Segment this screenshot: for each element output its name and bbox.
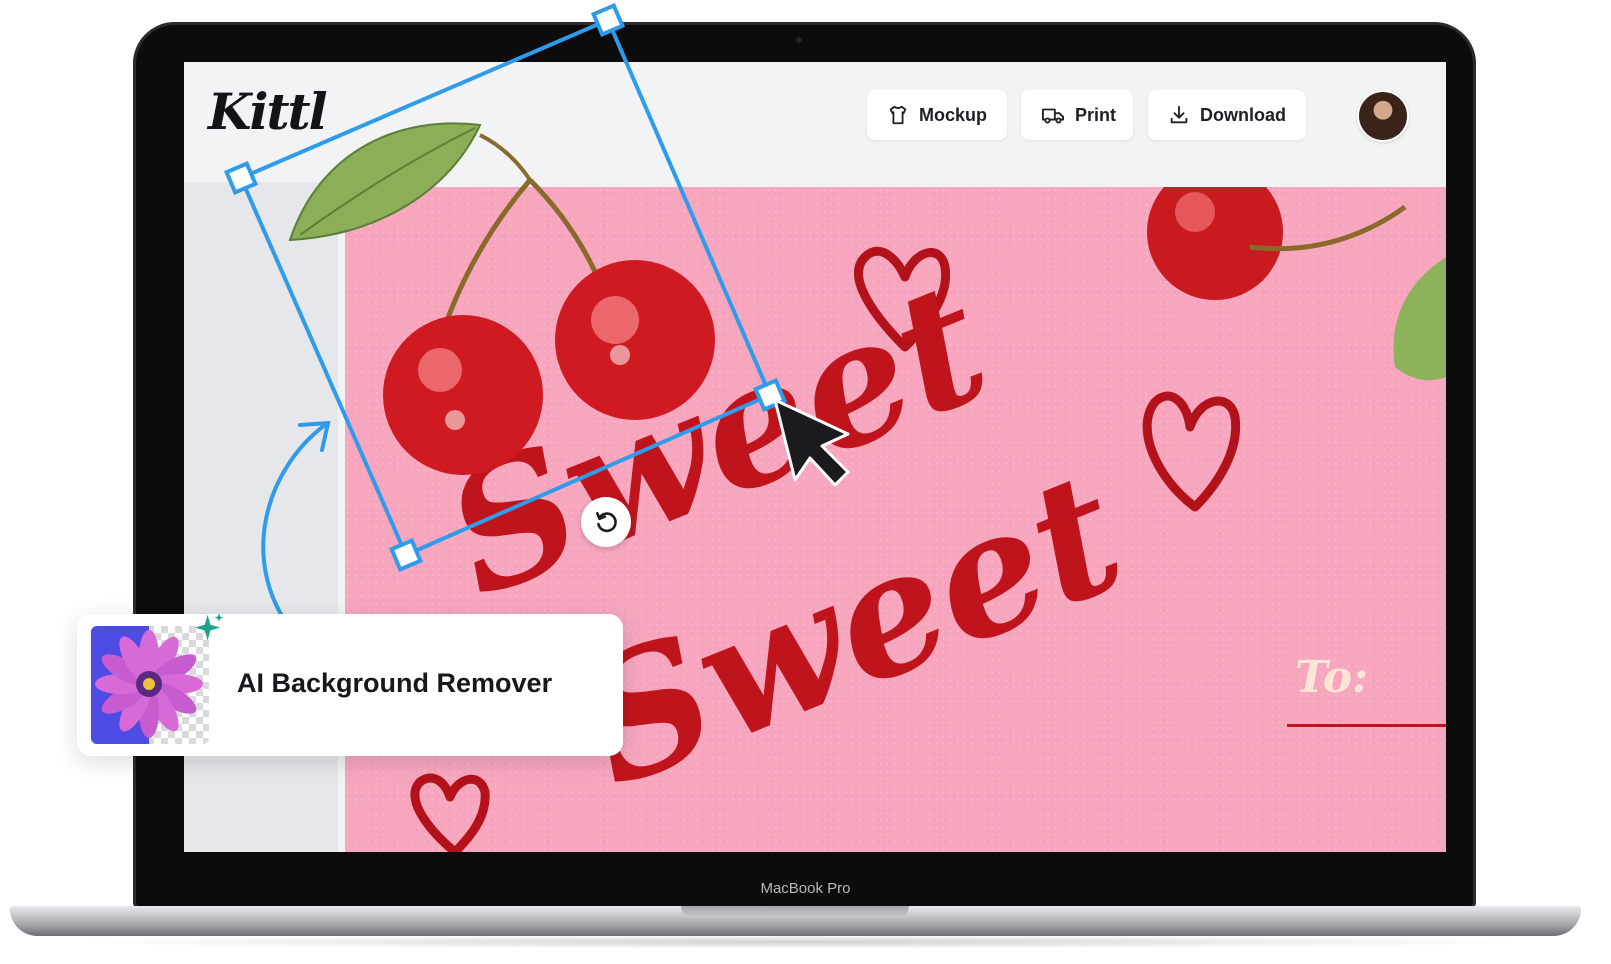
cherry-left — [383, 315, 543, 475]
rotate-button[interactable] — [581, 497, 631, 547]
cherry-top-right — [1147, 187, 1446, 381]
rotate-icon — [596, 512, 617, 533]
download-button[interactable]: Download — [1148, 90, 1306, 140]
download-icon — [1170, 105, 1188, 124]
feature-card-label: AI Background Remover — [237, 668, 553, 698]
heart-doodle-2 — [1142, 391, 1241, 512]
to-label: To: — [1295, 652, 1369, 703]
heart-doodle-3 — [410, 773, 490, 852]
laptop-shadow — [60, 935, 1540, 949]
shirt-icon — [889, 105, 907, 125]
laptop-notch — [681, 906, 909, 918]
device-brand-label: MacBook Pro — [760, 880, 851, 897]
to-underline — [1287, 724, 1446, 727]
camera-dot — [796, 37, 802, 43]
mockup-button[interactable]: Mockup — [867, 90, 1007, 140]
mockup-button-label: Mockup — [919, 104, 988, 125]
cherry-right — [555, 260, 715, 420]
truck-icon — [1041, 108, 1064, 124]
print-button-label: Print — [1075, 104, 1117, 125]
user-avatar[interactable] — [1357, 90, 1409, 142]
download-button-label: Download — [1200, 104, 1286, 125]
app-logo[interactable]: Kittl — [208, 82, 328, 141]
sparkle-icon — [194, 613, 224, 641]
print-button[interactable]: Print — [1021, 90, 1133, 140]
feature-card-ai-background-remover[interactable]: AI Background Remover — [77, 613, 623, 756]
